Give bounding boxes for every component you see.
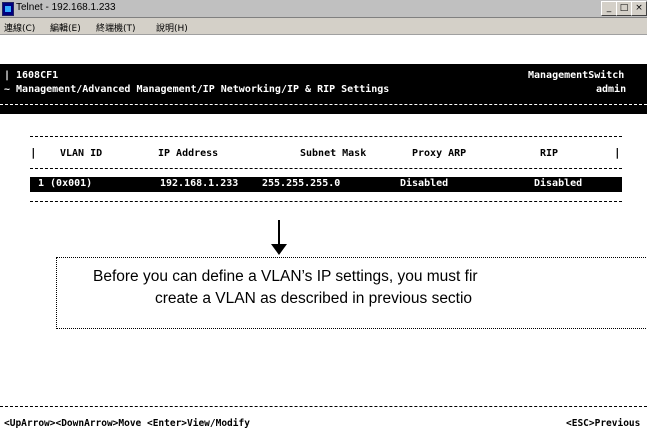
- menu-terminal[interactable]: 終端機(T): [96, 21, 136, 34]
- annotation-arrow-shaft: [278, 220, 280, 246]
- column-header-proxy-arp: Proxy ARP: [412, 148, 467, 159]
- column-header-ip-address: IP Address: [158, 148, 219, 159]
- column-header-subnet-mask: Subnet Mask: [300, 148, 367, 159]
- window-titlebar: Telnet - 192.168.1.233 _ □ ×: [0, 0, 647, 18]
- table-left-border: |: [30, 146, 37, 159]
- callout-line-1: Before you can define a VLAN’s IP settin…: [93, 268, 478, 285]
- cell-ip-address: 192.168.1.233: [160, 178, 239, 189]
- cell-proxy-arp: Disabled: [400, 178, 449, 189]
- menu-bar: 連線(C) 編輯(E) 終端機(T) 說明(H): [0, 18, 647, 35]
- footer-escape-help: <ESC>Previous: [566, 418, 641, 429]
- footer-divider: [0, 406, 647, 407]
- cell-subnet-mask: 255.255.255.0: [262, 178, 341, 189]
- window-title: Telnet - 192.168.1.233: [16, 2, 116, 13]
- device-name: 1608CF1: [16, 70, 59, 81]
- table-row[interactable]: 1 (0x001) 192.168.1.233 255.255.255.0 Di…: [30, 177, 622, 192]
- header-divider: [0, 104, 647, 105]
- callout-line-2: create a VLAN as described in previous s…: [155, 290, 473, 307]
- menu-edit[interactable]: 編輯(E): [50, 21, 81, 34]
- footer-keys-help: <UpArrow><DownArrow>Move <Enter>View/Mod…: [4, 418, 250, 429]
- annotation-callout: Before you can define a VLAN’s IP settin…: [56, 257, 647, 329]
- column-header-vlan-id: VLAN ID: [60, 148, 103, 159]
- close-button[interactable]: ×: [631, 1, 647, 16]
- device-type: ManagementSwitch: [528, 70, 625, 81]
- minimize-button[interactable]: _: [601, 1, 617, 16]
- breadcrumb: ~ Management/Advanced Management/IP Netw…: [4, 84, 390, 95]
- table-right-border: |: [614, 146, 621, 159]
- menu-connect[interactable]: 連線(C): [4, 21, 35, 34]
- down-arrow-icon: [271, 244, 287, 255]
- cell-rip: Disabled: [534, 178, 583, 189]
- menu-help[interactable]: 說明(H): [156, 21, 188, 34]
- current-user: admin: [596, 84, 627, 95]
- column-header-rip: RIP: [540, 148, 559, 159]
- telnet-app-icon: [2, 2, 14, 16]
- table-bottom-border: [30, 201, 622, 202]
- table-header-divider: [30, 168, 622, 169]
- cell-vlan-id: 1 (0x001): [38, 178, 93, 189]
- terminal-header: | 1608CF1 ManagementSwitch ~ Management/…: [0, 64, 647, 114]
- table-top-border: [30, 136, 622, 137]
- maximize-button[interactable]: □: [616, 1, 632, 16]
